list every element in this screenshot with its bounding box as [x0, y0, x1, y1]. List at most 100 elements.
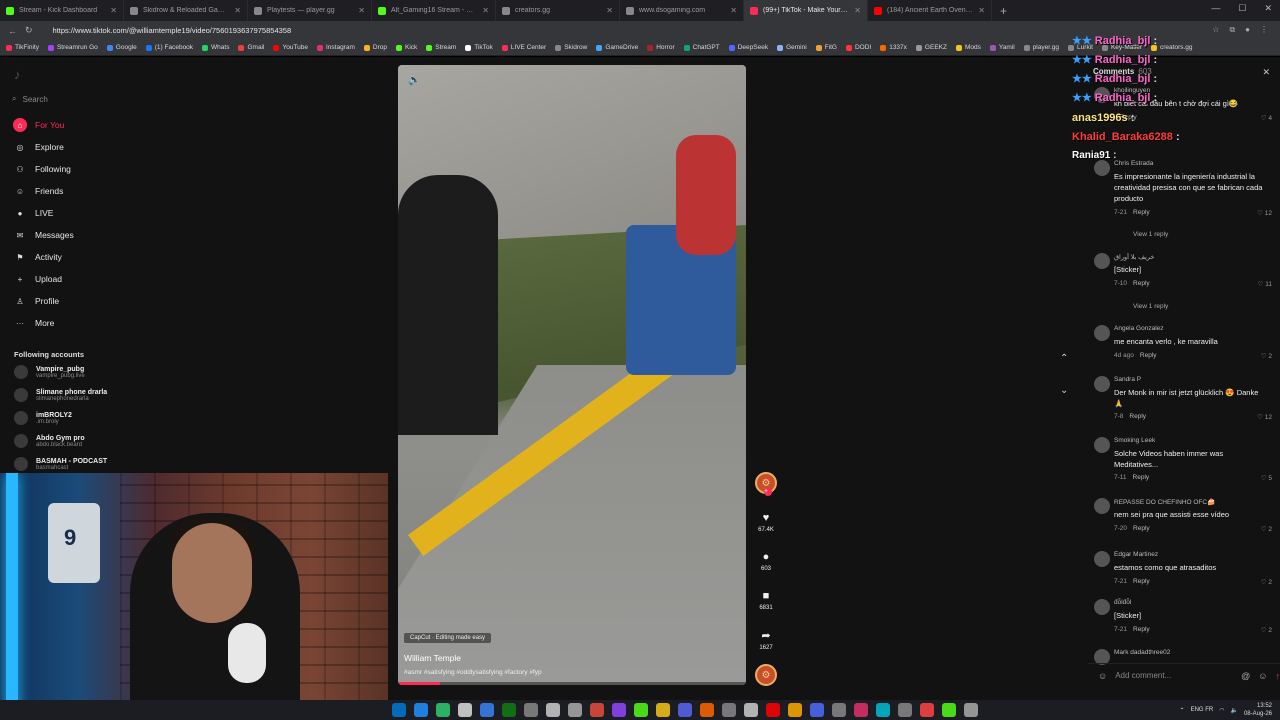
comment-username[interactable]: Mark dadadthree02 [1114, 649, 1170, 656]
avatar[interactable] [1094, 551, 1110, 567]
bookmark-item[interactable]: Google [106, 44, 137, 51]
taskbar-app-icon[interactable] [722, 703, 736, 717]
heart-icon[interactable]: ♥ [754, 512, 778, 524]
comment-username[interactable]: đỗlđỗl [1114, 599, 1131, 606]
view-replies-button[interactable]: View 1 reply [1133, 303, 1168, 310]
browser-tab[interactable]: Stream - Kick Dashboard ✕ [0, 0, 124, 21]
taskbar-app-icon[interactable] [392, 703, 406, 717]
browser-tab[interactable]: Alt_Gaming16 Stream - Watch Li ✕ [372, 0, 496, 21]
comment-username[interactable]: Smoking Leek [1114, 437, 1155, 444]
sidebar-item-more[interactable]: ··· More [13, 316, 54, 330]
taskbar-app-icon[interactable] [612, 703, 626, 717]
browser-tab[interactable]: Playtests — player.gg ✕ [248, 0, 372, 21]
sidebar-item-for-you[interactable]: ⌂ For You [13, 118, 64, 132]
bookmark-item[interactable]: 1337x [880, 44, 907, 51]
video-player[interactable]: 🔈 CapCut · Editing made easy William Tem… [398, 65, 746, 685]
reply-button[interactable]: Reply [1133, 209, 1150, 216]
bookmark-item[interactable]: FitG [815, 44, 837, 51]
extensions-icon[interactable]: ⧉ [1229, 25, 1235, 35]
previous-video-icon[interactable]: ⌃ [1060, 353, 1068, 364]
taskbar-app-icon[interactable] [744, 703, 758, 717]
taskbar-app-icon[interactable] [766, 703, 780, 717]
heart-outline-icon[interactable]: ♡ [1257, 414, 1265, 421]
clock[interactable]: 13:52 08-Aug-26 [1244, 702, 1272, 718]
taskbar-app-icon[interactable] [876, 703, 890, 717]
reply-button[interactable]: Reply [1129, 413, 1146, 420]
bookmark-item[interactable]: player.gg [1023, 44, 1059, 51]
bookmark-item[interactable]: (1) Facebook [145, 44, 193, 51]
comment-icon[interactable]: ● [754, 551, 778, 563]
bookmark-item[interactable]: LIVE Center [501, 44, 546, 51]
sidebar-item-explore[interactable]: ◎ Explore [13, 140, 64, 154]
bookmark-item[interactable]: Gmail [238, 44, 264, 51]
bookmark-item[interactable]: Instagram [317, 44, 355, 51]
tab-close-icon[interactable]: ✕ [110, 6, 117, 15]
comment-username[interactable]: خريف بلا أوراق [1114, 253, 1154, 261]
taskbar-app-icon[interactable] [942, 703, 956, 717]
bookmark-item[interactable]: Horror [647, 44, 675, 51]
new-tab-icon[interactable]: + [992, 4, 1007, 18]
browser-tab[interactable]: Skidrow & Reloaded Games - Dn ✕ [124, 0, 248, 21]
tab-close-icon[interactable]: ✕ [978, 6, 985, 15]
profile-icon[interactable]: ● [1245, 25, 1250, 35]
follow-plus-icon[interactable]: + [764, 488, 772, 496]
menu-icon[interactable]: ⋮ [1260, 25, 1268, 35]
comment-like-count[interactable]: ♡ 2 [1261, 352, 1272, 360]
add-comment-input[interactable]: Add comment... [1115, 671, 1233, 680]
comment-username[interactable]: Sandra P [1114, 376, 1141, 383]
post-icon[interactable]: ↑ [1276, 671, 1280, 681]
comment-username[interactable]: REPASSE DO CHEFINHO OFC🍰 [1114, 498, 1215, 506]
browser-tab[interactable]: creators.gg ✕ [496, 0, 620, 21]
tab-close-icon[interactable]: ✕ [730, 6, 737, 15]
add-comment-bar[interactable]: ☺ Add comment... @ ☺ ↑ [1088, 663, 1280, 687]
taskbar-app-icon[interactable] [524, 703, 538, 717]
back-icon[interactable]: ← [8, 26, 17, 36]
sidebar-item-messages[interactable]: ✉ Messages [13, 228, 74, 242]
share-action[interactable]: ➦ 1627 [754, 629, 778, 651]
comment-like-count[interactable]: ♡ 12 [1257, 209, 1272, 217]
bookmark-item[interactable]: Skidrow [555, 44, 587, 51]
avatar[interactable] [1094, 599, 1110, 615]
bookmark-item[interactable]: ChatGPT [683, 44, 720, 51]
sidebar-item-upload[interactable]: + Upload [13, 272, 62, 286]
avatar[interactable] [1094, 325, 1110, 341]
tab-close-icon[interactable]: ✕ [606, 6, 613, 15]
avatar[interactable] [1094, 253, 1110, 269]
bookmark-item[interactable]: creators.gg [1151, 44, 1193, 51]
bookmark-item[interactable]: Gemini [777, 44, 807, 51]
taskbar-app-icon[interactable] [854, 703, 868, 717]
avatar[interactable] [1094, 160, 1110, 176]
heart-action[interactable]: ♥ 67.4K [754, 512, 778, 533]
tab-close-icon[interactable]: ✕ [482, 6, 489, 15]
tab-close-icon[interactable]: ✕ [234, 6, 241, 15]
bookmark-item[interactable]: YouTube [273, 44, 308, 51]
reply-button[interactable]: Reply [1133, 474, 1150, 481]
taskbar-app-icon[interactable] [920, 703, 934, 717]
taskbar-app-icon[interactable] [546, 703, 560, 717]
comment-like-count[interactable]: ♡ 11 [1258, 280, 1272, 288]
taskbar-app-icon[interactable] [788, 703, 802, 717]
bookmark-item[interactable]: GameDrive [596, 44, 638, 51]
reply-button[interactable]: Reply [1133, 525, 1150, 532]
close-icon[interactable]: ✕ [1262, 67, 1270, 78]
bookmark-item[interactable]: Stream [426, 44, 456, 51]
sidebar-item-profile[interactable]: ♙ Profile [13, 294, 59, 308]
reply-button[interactable]: Reply [1133, 280, 1150, 287]
bookmark-icon[interactable]: ■ [754, 590, 778, 602]
taskbar-app-icon[interactable] [810, 703, 824, 717]
comment-username[interactable]: Angela Gonzalez [1114, 325, 1164, 332]
tiktok-logo-icon[interactable]: ♪ [14, 67, 30, 83]
taskbar-app-icon[interactable] [568, 703, 582, 717]
minimize-icon[interactable]: — [1211, 3, 1220, 14]
browser-tab[interactable]: (184) Ancient Earth Oven! Cookin ✕ [868, 0, 992, 21]
bookmark-star-icon[interactable]: ☆ [1212, 25, 1219, 35]
comment-username[interactable]: Edgar Martinez [1114, 551, 1158, 558]
bookmark-item[interactable]: DeepSeek [728, 44, 768, 51]
taskbar-app-icon[interactable] [656, 703, 670, 717]
avatar[interactable] [1094, 437, 1110, 453]
taskbar-app-icon[interactable] [700, 703, 714, 717]
sidebar-item-activity[interactable]: ⚑ Activity [13, 250, 62, 264]
comment-like-count[interactable]: ♡ 4 [1261, 114, 1272, 122]
search-input[interactable]: ⌕ Search [12, 91, 112, 107]
taskbar-app-icon[interactable] [832, 703, 846, 717]
